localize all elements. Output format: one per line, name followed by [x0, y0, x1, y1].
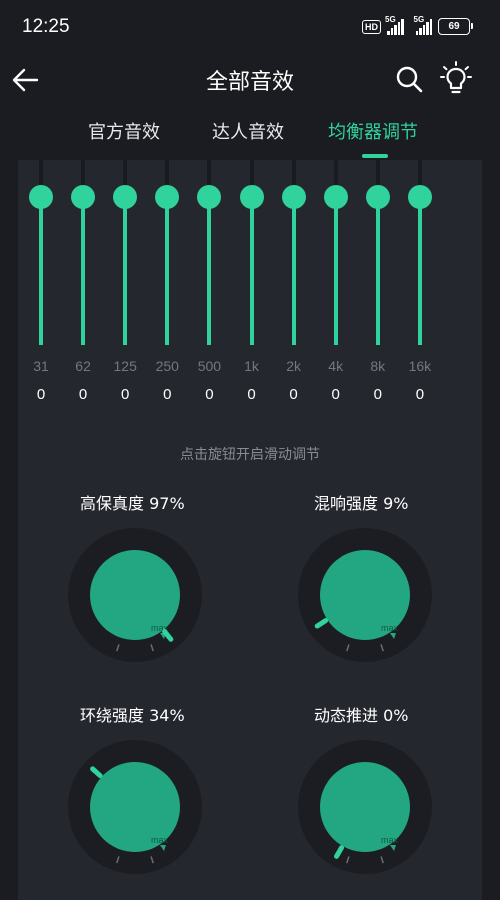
eq-slider-handle[interactable]	[281, 185, 306, 209]
eq-slider-handle[interactable]	[239, 185, 264, 209]
eq-fill	[291, 197, 296, 345]
eq-slider-handle[interactable]	[407, 185, 432, 209]
eq-band-2k: 2k 0	[274, 160, 314, 580]
eq-slider-handle[interactable]	[113, 185, 138, 209]
reverb-knob[interactable]: max	[297, 527, 433, 663]
eq-fill	[165, 197, 170, 345]
eq-freq-label: 2k	[286, 358, 301, 374]
eq-freq-label: 8k	[370, 358, 386, 374]
eq-freq-label: 4k	[328, 358, 344, 374]
eq-freq-label: 31	[33, 358, 49, 374]
eq-fill	[375, 197, 380, 345]
battery-icon: 69	[438, 18, 473, 35]
dynamic-boost-knob[interactable]: max	[297, 739, 433, 875]
eq-slider-handle[interactable]	[29, 185, 53, 209]
eq-gain-value: 0	[373, 386, 382, 403]
knob-max-label: max	[381, 623, 399, 633]
eq-gain-value: 0	[205, 386, 214, 403]
eq-slider-handle[interactable]	[365, 185, 390, 209]
surround-label: 环绕强度 34%	[80, 706, 185, 725]
eq-fill	[333, 197, 338, 345]
eq-slider-handle[interactable]	[71, 185, 96, 209]
eq-band-8k: 8k 0	[358, 160, 398, 580]
eq-gain-value: 0	[289, 386, 298, 403]
page-title: 全部音效	[205, 70, 294, 95]
eq-fill	[123, 197, 128, 345]
eq-slider-handle[interactable]	[155, 185, 180, 209]
knob-max-label: max	[151, 835, 169, 845]
header: 全部音效	[0, 56, 500, 104]
status-time: 12:25	[22, 16, 70, 37]
eq-freq-label: 62	[75, 358, 91, 374]
dynamic-boost-label: 动态推进 0%	[314, 706, 409, 725]
reverb-label: 混响强度 9%	[314, 494, 409, 513]
hint-text: 点击旋钮开启滑动调节	[180, 447, 320, 463]
fidelity-label: 高保真度 97%	[80, 494, 185, 513]
signal-icon-2: 5G	[414, 15, 432, 35]
search-icon[interactable]	[394, 64, 424, 94]
equalizer-panel: 31 0 62 0 125 0 250 0 500 0 1k 0 2k 0 4k 0 8k 0 16k 0 点击旋钮开…	[18, 160, 482, 900]
eq-gain-value: 0	[415, 386, 425, 403]
eq-freq-label: 125	[113, 358, 137, 374]
tab-expert-effects[interactable]: 达人音效	[212, 118, 284, 144]
eq-gain-value: 0	[78, 386, 88, 403]
eq-freq-label: 1k	[244, 358, 259, 374]
eq-fill	[39, 197, 43, 345]
eq-fill	[417, 197, 422, 345]
eq-band-4k: 4k 0	[316, 160, 356, 580]
eq-gain-value: 0	[163, 386, 172, 403]
eq-fill	[249, 197, 254, 345]
eq-freq-label: 16k	[408, 358, 432, 374]
eq-gain-value: 0	[331, 386, 340, 403]
fidelity-knob[interactable]: max	[67, 527, 203, 663]
eq-freq-label: 250	[155, 358, 179, 374]
tab-equalizer[interactable]: 均衡器调节	[328, 118, 418, 144]
battery-level: 69	[448, 21, 460, 32]
eq-freq-label: 500	[197, 358, 222, 374]
eq-slider-handle[interactable]	[197, 185, 222, 209]
eq-fill	[81, 197, 86, 345]
eq-band-16k: 16k 0	[400, 160, 440, 580]
status-icons: HD 5G 5G 69	[362, 15, 473, 35]
eq-fill	[207, 197, 212, 345]
eq-gain-value: 0	[36, 386, 46, 403]
knob-max-label: max	[381, 835, 399, 845]
eq-gain-value: 0	[121, 386, 130, 403]
tab-bar: 官方音效 达人音效 均衡器调节	[0, 112, 500, 160]
status-bar: 12:25 HD 5G 5G 69	[0, 0, 500, 56]
eq-band-31: 31 0	[21, 160, 61, 580]
active-tab-indicator	[362, 154, 388, 158]
eq-slider-handle[interactable]	[323, 185, 348, 209]
eq-band-250: 250 0	[147, 160, 187, 580]
surround-knob[interactable]: max	[67, 739, 203, 875]
signal-icon: 5G	[385, 15, 404, 35]
eq-band-62: 62 0	[63, 160, 103, 580]
hd-badge: HD	[362, 19, 381, 34]
eq-band-125: 125 0	[105, 160, 145, 580]
tab-official-effects[interactable]: 官方音效	[88, 118, 160, 144]
eq-gain-value: 0	[247, 386, 256, 403]
eq-band-500: 500 0	[189, 160, 229, 580]
equalizer-sliders: 31 0 62 0 125 0 250 0 500 0 1k 0 2k 0 4k 0 8k 0 16k 0	[18, 160, 482, 580]
eq-band-1k: 1k 0	[232, 160, 272, 580]
lightbulb-icon[interactable]	[440, 60, 472, 96]
